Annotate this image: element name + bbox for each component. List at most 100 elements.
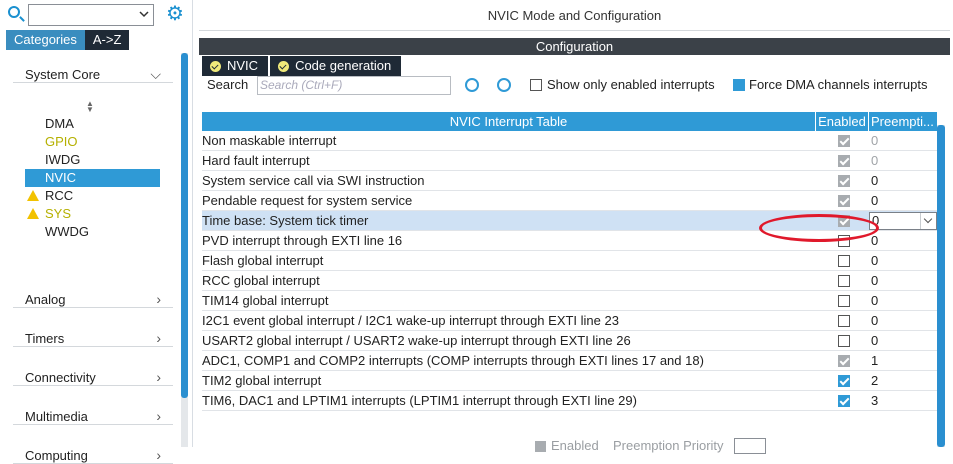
preemption-value: 0 (871, 233, 879, 248)
chevron-right-icon[interactable]: › (156, 330, 161, 346)
table-row[interactable]: TIM6, DAC1 and LPTIM1 interrupts (LPTIM1… (202, 391, 937, 411)
tab-a-to-z[interactable]: A->Z (84, 30, 130, 50)
scroll-thumb[interactable] (181, 53, 188, 398)
enabled-cell (816, 291, 869, 310)
table-row[interactable]: USART2 global interrupt / USART2 wake-up… (202, 331, 937, 351)
enabled-cell (816, 371, 869, 390)
chevron-right-icon[interactable]: › (156, 291, 161, 307)
gear-icon[interactable]: ⚙ (166, 4, 186, 24)
show-only-enabled-label: Show only enabled interrupts (547, 77, 715, 92)
table-row[interactable]: Hard fault interrupt 0 (202, 151, 937, 171)
preemption-cell[interactable]: 1 (869, 351, 937, 370)
search-next-icon[interactable] (497, 78, 511, 92)
interrupt-name: PVD interrupt through EXTI line 16 (202, 233, 403, 248)
enabled-checkbox[interactable] (838, 315, 850, 327)
preemption-value: 0 (871, 133, 879, 148)
group-system-core[interactable]: System Core ⌵ (13, 53, 173, 83)
tab-code-generation[interactable]: Code generation (270, 56, 402, 76)
sort-icon[interactable]: ▲ ▼ (86, 100, 94, 114)
chevron-right-icon[interactable]: › (156, 408, 161, 424)
right-scrollbar[interactable] (937, 125, 945, 447)
search-icon[interactable] (8, 6, 20, 18)
preemption-cell[interactable]: 3 (869, 391, 937, 410)
enabled-checkbox[interactable] (838, 395, 850, 407)
force-dma-checkbox[interactable] (733, 79, 745, 91)
scroll-thumb[interactable] (937, 125, 945, 447)
interrupt-name: Hard fault interrupt (202, 153, 310, 168)
force-dma-label: Force DMA channels interrupts (749, 77, 928, 92)
left-scrollbar[interactable] (181, 53, 188, 447)
table-row[interactable]: Non maskable interrupt 0 (202, 131, 937, 151)
group-connectivity[interactable]: Connectivity › (13, 356, 173, 386)
search-combo[interactable] (28, 4, 154, 26)
group-computing[interactable]: Computing › (13, 434, 173, 464)
enabled-checkbox[interactable] (838, 335, 850, 347)
enabled-cell (816, 151, 869, 170)
chevron-down-icon[interactable] (920, 213, 936, 229)
preemption-cell[interactable]: 0 (869, 131, 937, 150)
warning-icon (27, 190, 39, 201)
col-header-enabled[interactable]: Enabled (816, 112, 869, 131)
page-title: NVIC Mode and Configuration (199, 0, 950, 31)
table-row[interactable]: TIM14 global interrupt 0 (202, 291, 937, 311)
search-prev-icon[interactable] (465, 78, 479, 92)
enabled-checkbox[interactable] (838, 275, 850, 287)
tree-item-gpio[interactable]: GPIO (25, 133, 160, 151)
tree-item-nvic[interactable]: NVIC (25, 169, 160, 187)
group-label: System Core (25, 67, 101, 82)
tree-item-rcc[interactable]: RCC (25, 187, 160, 205)
preemption-cell[interactable]: 0 (869, 311, 937, 330)
preemption-cell[interactable]: 0 (869, 171, 937, 190)
preemption-cell[interactable]: 0 (869, 151, 937, 170)
preemption-value: 0 (871, 153, 879, 168)
chevron-down-icon[interactable]: ⌵ (150, 66, 161, 83)
enabled-cell (816, 131, 869, 150)
preemption-cell[interactable]: 0 (869, 211, 937, 230)
table-row[interactable]: Pendable request for system service 0 (202, 191, 937, 211)
table-row[interactable]: TIM2 global interrupt 2 (202, 371, 937, 391)
preemption-cell[interactable]: 0 (869, 191, 937, 210)
nvic-table: NVIC Interrupt Table Enabled Preempti...… (202, 112, 937, 411)
table-row[interactable]: I2C1 event global interrupt / I2C1 wake-… (202, 311, 937, 331)
preemption-cell[interactable]: 0 (869, 331, 937, 350)
chevron-down-icon[interactable] (138, 8, 150, 20)
preemption-select[interactable]: 0 (869, 212, 937, 230)
chevron-right-icon[interactable]: › (156, 447, 161, 463)
tree-item-wwdg[interactable]: WWDG (25, 223, 160, 241)
preemption-cell[interactable]: 0 (869, 291, 937, 310)
enabled-checkbox[interactable] (838, 295, 850, 307)
enabled-checkbox[interactable] (838, 375, 850, 387)
table-row[interactable]: ADC1, COMP1 and COMP2 interrupts (COMP i… (202, 351, 937, 371)
col-header-preemption[interactable]: Preempti... (869, 112, 937, 131)
table-row[interactable]: System service call via SWI instruction 0 (202, 171, 937, 191)
preemption-cell[interactable]: 0 (869, 251, 937, 270)
table-row[interactable]: Flash global interrupt 0 (202, 251, 937, 271)
group-multimedia[interactable]: Multimedia › (13, 395, 173, 425)
preemption-cell[interactable]: 2 (869, 371, 937, 390)
preemption-input[interactable] (734, 438, 766, 454)
group-timers[interactable]: Timers › (13, 317, 173, 347)
preemption-cell[interactable]: 0 (869, 271, 937, 290)
enabled-checkbox (838, 175, 850, 187)
tree-item-sys[interactable]: SYS (25, 205, 160, 223)
preemption-value: 2 (871, 373, 879, 388)
col-header-name[interactable]: NVIC Interrupt Table (202, 112, 816, 131)
tab-label: Code generation (295, 58, 392, 73)
table-row[interactable]: RCC global interrupt 0 (202, 271, 937, 291)
preemption-value: 0 (871, 333, 879, 348)
tab-categories[interactable]: Categories (6, 30, 85, 50)
interrupt-name: Non maskable interrupt (202, 133, 337, 148)
enabled-cell (816, 391, 869, 410)
show-only-enabled-checkbox[interactable] (530, 79, 542, 91)
preemption-cell[interactable]: 0 (869, 231, 937, 250)
tab-nvic[interactable]: NVIC (202, 56, 269, 76)
tree-item-dma[interactable]: DMA (25, 115, 160, 133)
group-analog[interactable]: Analog › (13, 278, 173, 308)
tree-item-iwdg[interactable]: IWDG (25, 151, 160, 169)
enabled-checkbox[interactable] (838, 255, 850, 267)
category-tabs: Categories A->Z (6, 30, 130, 50)
interrupt-name: ADC1, COMP1 and COMP2 interrupts (COMP i… (202, 353, 704, 368)
search-input[interactable]: Search (Ctrl+F) (257, 76, 451, 95)
enabled-cell (816, 331, 869, 350)
chevron-right-icon[interactable]: › (156, 369, 161, 385)
